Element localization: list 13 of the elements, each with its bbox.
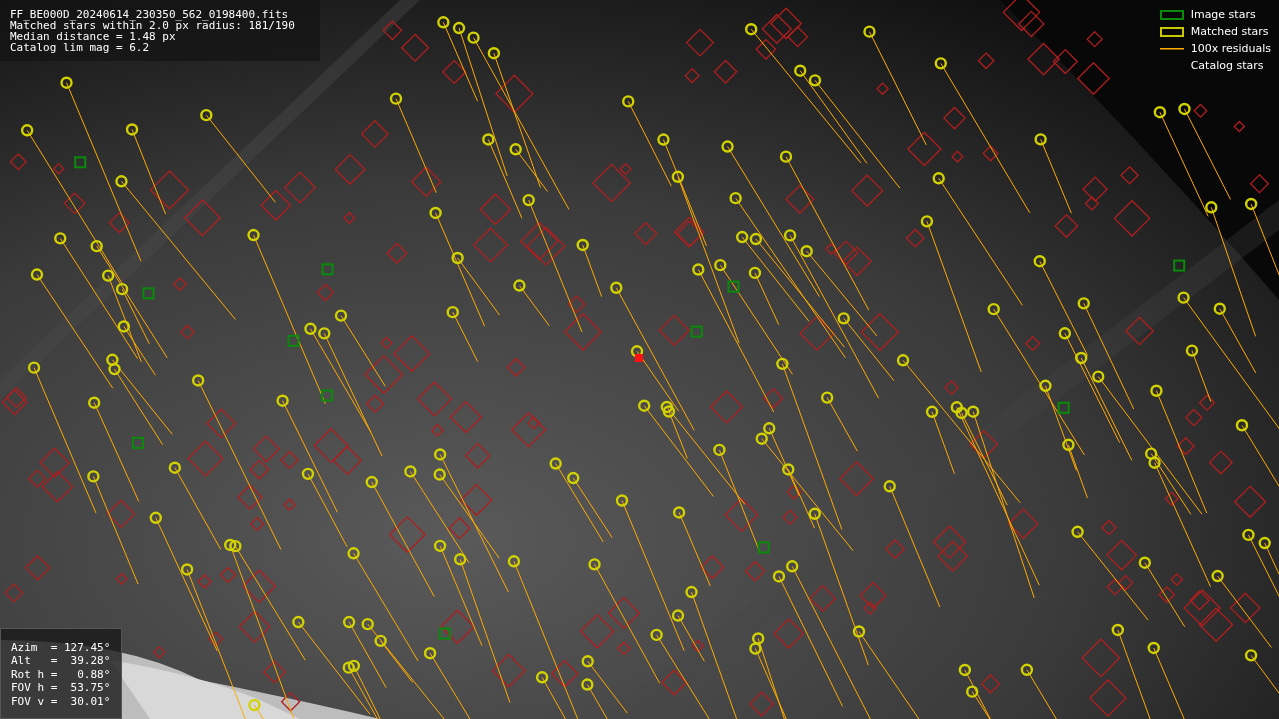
info-text: Matched stars within 2.0 px radius: 181/190	[10, 20, 295, 31]
info-text: FF_BE000D_20240614_230350_562_0198400.fits	[10, 9, 289, 20]
legend-label: Matched stars	[1190, 25, 1269, 38]
pointing-text: Rot h = 0.88°	[11, 667, 111, 681]
info-text: Catalog lim mag = 6.2	[10, 42, 150, 53]
legend-label: Image stars	[1190, 8, 1256, 21]
pointing-text: FOV h = 53.75°	[11, 681, 111, 695]
pointing-text: FOV v = 30.01°	[11, 694, 111, 708]
info-text: Median distance = 1.48 px	[10, 31, 176, 42]
legend-label: 100x residuals	[1190, 42, 1271, 55]
pointing-text: Alt = 39.28°	[11, 654, 111, 668]
pointing-text: Azim = 127.45°	[11, 640, 111, 654]
legend-label: Catalog stars	[1190, 59, 1264, 72]
